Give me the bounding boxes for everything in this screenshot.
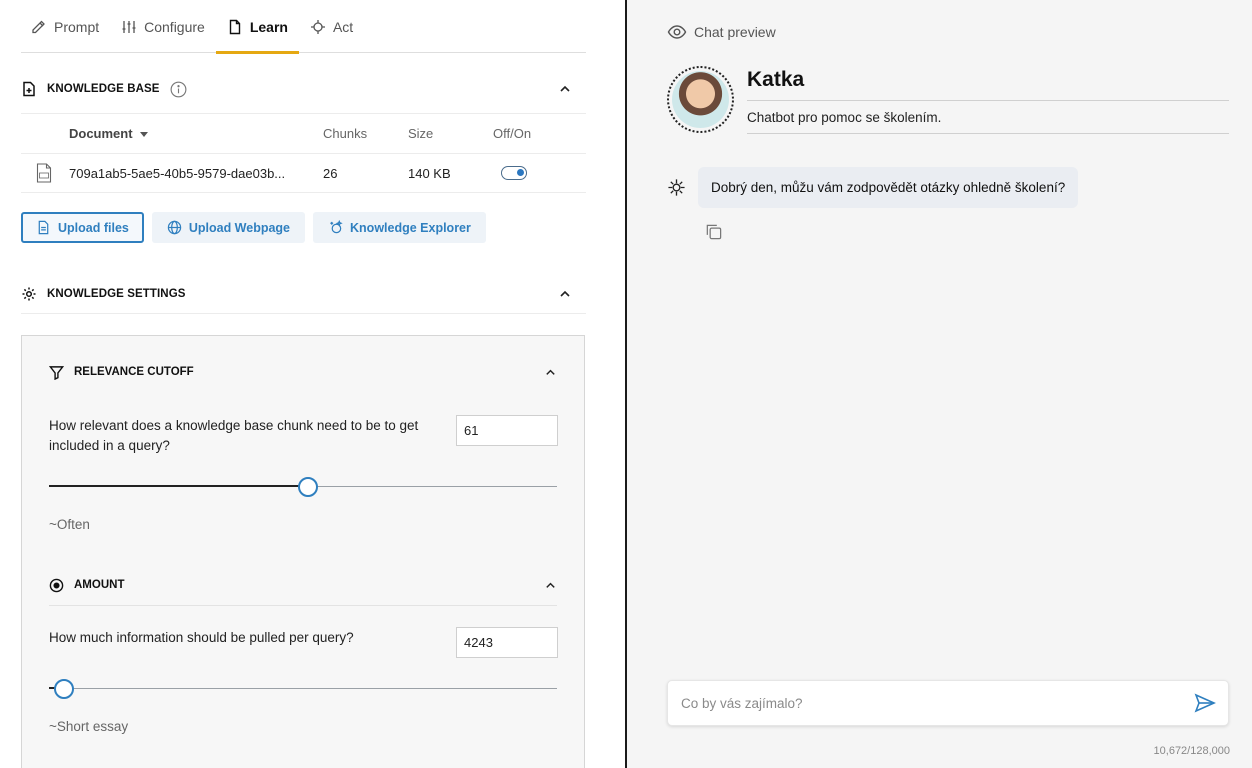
tab-prompt[interactable]: Prompt — [21, 0, 110, 53]
pencil-icon — [32, 20, 45, 33]
relevance-hint: ~Often — [49, 517, 90, 532]
tab-configure-label: Configure — [144, 18, 205, 35]
upload-files-label: Upload files — [58, 220, 129, 235]
upload-button-row: Upload files Upload Webpage Knowledge Ex… — [21, 212, 486, 243]
relevance-cutoff-title: RELEVANCE CUTOFF — [74, 366, 194, 378]
tab-configure[interactable]: Configure — [110, 0, 216, 53]
slider-fill — [49, 485, 309, 487]
relevance-cutoff-header[interactable]: RELEVANCE CUTOFF — [49, 354, 557, 390]
tab-bar: Prompt Configure Learn Act — [21, 0, 586, 54]
tab-prompt-label: Prompt — [54, 18, 100, 35]
knowledge-settings-panel: RELEVANCE CUTOFF How relevant does a kno… — [21, 335, 585, 768]
tab-learn[interactable]: Learn — [215, 0, 300, 54]
column-header-size: Size — [408, 126, 434, 141]
upload-files-button[interactable]: Upload files — [21, 212, 144, 243]
bot-sparkle-icon — [668, 179, 685, 196]
chat-input[interactable] — [668, 681, 1168, 725]
bot-description: Chatbot pro pomoc se školením. — [747, 110, 1229, 134]
column-header-chunks: Chunks — [323, 126, 368, 141]
filter-icon — [49, 365, 64, 380]
chevron-up-icon[interactable] — [544, 579, 557, 592]
csv-file-icon — [36, 163, 52, 183]
target-icon — [310, 19, 325, 34]
column-header-document[interactable]: Document — [69, 126, 149, 141]
document-chunks: 26 — [323, 165, 338, 181]
gear-icon — [22, 287, 36, 300]
document-name: 709a1ab5-5ae5-40b5-9579-dae03b... — [69, 165, 286, 181]
amount-slider[interactable] — [49, 679, 557, 699]
knowledge-explorer-button[interactable]: Knowledge Explorer — [313, 212, 486, 243]
knowledge-base-header[interactable]: KNOWLEDGE BASE — [21, 71, 586, 107]
knowledge-settings-title: KNOWLEDGE SETTINGS — [47, 287, 186, 300]
column-header-toggle: Off/On — [493, 126, 532, 141]
tab-learn-label: Learn — [249, 18, 288, 35]
document-enabled-toggle[interactable] — [501, 166, 527, 180]
relevance-slider[interactable] — [49, 477, 557, 497]
chat-preview-panel: Chat preview Katka Chatbot pro pomoc se … — [627, 0, 1252, 768]
amount-title: AMOUNT — [74, 579, 125, 591]
slider-thumb[interactable] — [54, 679, 75, 699]
chat-preview-header: Chat preview — [667, 22, 776, 42]
left-panel: Prompt Configure Learn Act KNOWLEDGE BAS… — [0, 0, 625, 768]
bot-message: Dobrý den, můžu vám zodpovědět otázky oh… — [698, 167, 1079, 208]
copy-icon[interactable] — [704, 222, 723, 241]
knowledge-base-table: Document Chunks Size Off/On 709a1ab5-5ae… — [21, 113, 586, 193]
tab-act[interactable]: Act — [299, 0, 364, 53]
amount-header[interactable]: AMOUNT — [49, 567, 557, 603]
globe-icon — [167, 220, 182, 235]
chevron-up-icon[interactable] — [558, 82, 572, 96]
amount-value-input[interactable]: 4243 — [456, 627, 558, 658]
amount-hint: ~Short essay — [49, 719, 129, 734]
token-count: 10,672/128,000 — [1153, 745, 1230, 757]
document-size: 140 KB — [408, 165, 451, 181]
table-header-row: Document Chunks Size Off/On — [21, 113, 586, 153]
divider — [49, 605, 557, 606]
eye-icon — [667, 25, 687, 39]
chat-input-box — [667, 680, 1229, 726]
toggle-knob — [517, 169, 524, 176]
sliders-icon — [122, 20, 136, 33]
avatar — [667, 66, 734, 133]
bot-name: Katka — [747, 68, 1229, 101]
target-circle-icon — [49, 578, 64, 592]
tab-act-label: Act — [332, 18, 354, 35]
sparkle-icon — [330, 220, 343, 234]
upload-webpage-label: Upload Webpage — [188, 220, 291, 235]
knowledge-settings-header[interactable]: KNOWLEDGE SETTINGS — [21, 274, 586, 314]
document-icon — [229, 19, 241, 34]
info-icon[interactable] — [170, 81, 187, 98]
chevron-up-icon[interactable] — [558, 287, 572, 301]
upload-webpage-button[interactable]: Upload Webpage — [151, 212, 306, 243]
avatar-image — [672, 71, 729, 128]
send-icon[interactable] — [1194, 692, 1216, 714]
knowledge-base-title: KNOWLEDGE BASE — [47, 83, 160, 95]
chat-preview-title: Chat preview — [694, 24, 776, 40]
slider-thumb[interactable] — [298, 477, 319, 497]
sort-down-icon — [139, 131, 148, 137]
chevron-up-icon[interactable] — [544, 366, 557, 379]
relevance-question: How relevant does a knowledge base chunk… — [49, 418, 419, 453]
amount-question: How much information should be pulled pe… — [49, 630, 354, 645]
table-row[interactable]: 709a1ab5-5ae5-40b5-9579-dae03b... 26 140… — [21, 153, 586, 193]
file-plus-icon — [23, 81, 35, 97]
relevance-value-input[interactable]: 61 — [456, 415, 558, 446]
file-icon — [38, 220, 49, 235]
slider-track — [49, 688, 557, 689]
column-header-document-label: Document — [69, 126, 133, 141]
knowledge-explorer-label: Knowledge Explorer — [350, 220, 471, 235]
